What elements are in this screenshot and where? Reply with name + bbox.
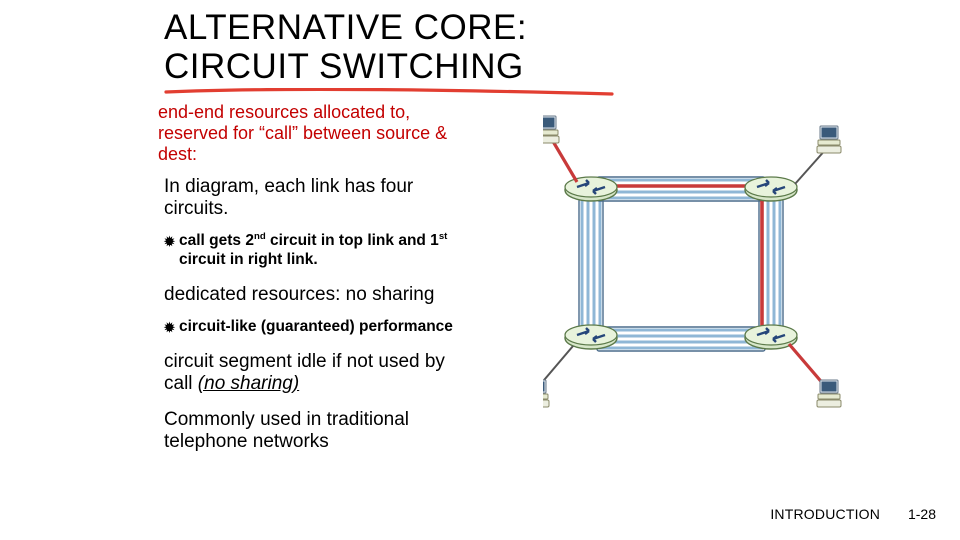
router-icon [745,177,797,201]
body-content: In diagram, each link has four circuits.… [164,176,464,465]
point-2: dedicated resources: no sharing [164,284,464,306]
title-line-1: ALTERNATIVE CORE: [164,8,527,47]
title-line-2: CIRCUIT SWITCHING [164,47,527,86]
sub1-a: call gets 2 [179,232,254,249]
sup-nd: nd [254,231,266,242]
point-1: In diagram, each link has four circuits. [164,176,464,220]
sub2-text: circuit-like (guaranteed) performance [179,318,453,335]
point-3: circuit segment idle if not used by call… [164,351,464,395]
point-4: Commonly used in traditional telephone n… [164,409,464,453]
footer-section: INTRODUCTION [770,506,880,522]
computer-icon [817,126,841,153]
p3-ital: (no sharing) [198,373,299,394]
sup-st: st [439,231,448,242]
footer-page-number: 1-28 [908,506,936,522]
bullet-icon: ✹ [164,234,175,250]
computer-icon [543,116,559,143]
router-icon [565,177,617,201]
slide-footer: INTRODUCTION 1-28 [770,506,936,522]
sub-point-1: ✹ call gets 2nd circuit in top link and … [164,232,464,270]
router-icon [565,325,617,349]
sub1-c: circuit in right link. [179,251,318,268]
network-diagram [543,94,843,414]
computer-icon [817,380,841,407]
computer-icon [543,380,549,407]
slide-title: ALTERNATIVE CORE: CIRCUIT SWITCHING [164,8,527,86]
sub-point-2: ✹ circuit-like (guaranteed) performance [164,318,464,337]
bullet-icon: ✹ [164,320,175,336]
sub1-b: circuit in top link and 1 [266,232,439,249]
lead-paragraph: end-end resources allocated to, reserved… [158,102,448,166]
